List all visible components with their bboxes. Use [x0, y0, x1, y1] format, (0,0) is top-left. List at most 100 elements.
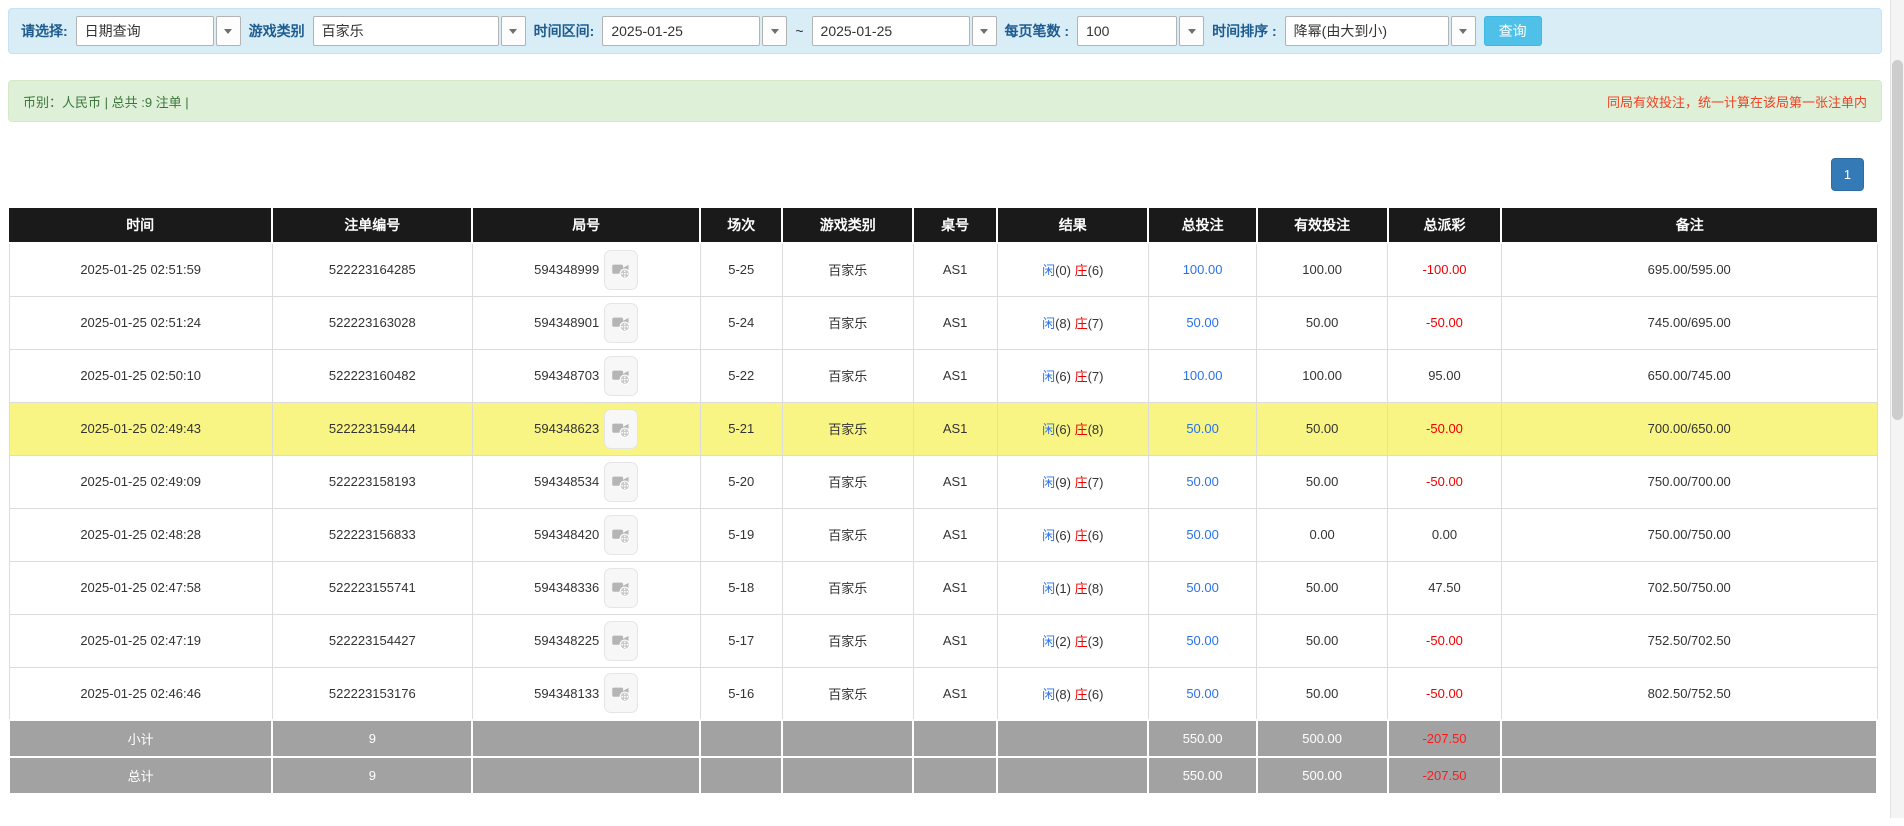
scrollbar-thumb[interactable]	[1892, 60, 1903, 420]
cell-time: 2025-01-25 02:49:43	[8, 401, 273, 456]
chevron-down-icon[interactable]	[1179, 16, 1205, 46]
video-replay-button[interactable]	[604, 620, 639, 661]
chevron-down-icon[interactable]	[762, 16, 788, 46]
result-banker-label: 庄	[1074, 316, 1088, 331]
video-replay-button[interactable]	[604, 567, 639, 608]
cell-valid-bet: 100.00	[1256, 348, 1389, 403]
pagination: 1	[8, 158, 1864, 191]
search-button[interactable]: 查询	[1483, 16, 1542, 46]
cell-total-bet: 50.00	[1147, 507, 1258, 562]
cell-round-id: 594348534	[471, 454, 701, 509]
game-type-select[interactable]: 百家乐	[312, 16, 526, 46]
subtotal-count: 9	[271, 719, 474, 758]
header-total-bet: 总投注	[1148, 208, 1258, 244]
cell-payout: -100.00	[1387, 242, 1502, 297]
sort-order-label: 时间排序 :	[1212, 23, 1277, 39]
table-row: 2025-01-25 02:49:09 522223158193 594348534…	[8, 454, 1878, 509]
video-icon	[612, 317, 631, 332]
query-type-select[interactable]: 日期查询	[75, 16, 241, 46]
cell-table-no: AS1	[912, 454, 998, 509]
result-player-label: 闲	[1042, 263, 1056, 279]
chevron-down-icon[interactable]	[971, 16, 997, 46]
page-1-button[interactable]: 1	[1831, 158, 1864, 191]
round-id-wrap: 594348336	[534, 567, 639, 608]
cell-total-bet: 100.00	[1147, 242, 1258, 297]
cell-result: 闲(8) 庄(6)	[996, 666, 1149, 721]
same-round-notice-text: 同局有效投注，统一计算在该局第一张注单内	[1606, 94, 1867, 110]
page-size-label: 每页笔数 :	[1004, 23, 1070, 39]
cell-bet-id: 522223154427	[271, 613, 473, 668]
table-header-row: 时间 注单编号 局号 场次 游戏类别 桌号 结果 总投注 有效投注 总派彩 备注	[9, 208, 1877, 244]
cell-round-id: 594348703	[471, 348, 701, 403]
chevron-down-icon[interactable]	[1450, 16, 1476, 46]
round-id-text: 594348999	[534, 262, 600, 278]
total-empty-cell	[781, 756, 915, 795]
subtotal-payout: -207.50	[1386, 719, 1503, 758]
video-replay-button[interactable]	[604, 408, 639, 449]
round-id-text: 594348703	[534, 368, 600, 383]
total-label: 总计	[7, 756, 274, 795]
sort-order-value: 降幂(由大到小)	[1284, 16, 1449, 46]
bet-records-table: 时间 注单编号 局号 场次 游戏类别 桌号 结果 总投注 有效投注 总派彩 备注…	[7, 208, 1878, 795]
range-separator: ~	[795, 23, 804, 39]
cell-result: 闲(6) 庄(8)	[996, 401, 1149, 456]
sort-order-select[interactable]: 降幂(由大到小)	[1284, 16, 1476, 46]
cell-time: 2025-01-25 02:47:19	[8, 613, 273, 668]
video-replay-button[interactable]	[604, 673, 639, 714]
cell-bet-id: 522223164285	[271, 242, 473, 297]
cell-valid-bet: 50.00	[1256, 560, 1389, 615]
round-id-wrap: 594348534	[534, 461, 639, 502]
cell-total-bet: 50.00	[1147, 613, 1258, 668]
cell-total-bet: 50.00	[1147, 401, 1258, 456]
cell-remark: 700.00/650.00	[1500, 401, 1878, 456]
cell-game-type: 百家乐	[781, 401, 914, 456]
video-replay-button[interactable]	[604, 302, 639, 343]
game-type-label: 游戏类别	[248, 23, 305, 39]
header-payout: 总派彩	[1387, 208, 1503, 244]
cell-table-no: AS1	[912, 666, 998, 721]
header-round-id: 局号	[472, 208, 702, 244]
video-replay-button[interactable]	[604, 355, 639, 396]
cell-remark: 752.50/702.50	[1500, 613, 1878, 668]
cell-result: 闲(9) 庄(7)	[996, 454, 1149, 509]
cell-round-id: 594348225	[471, 613, 701, 668]
cell-session: 5-19	[699, 507, 783, 562]
video-replay-button[interactable]	[604, 249, 639, 290]
result-banker-label: 庄	[1074, 263, 1088, 279]
cell-game-type: 百家乐	[781, 613, 914, 668]
video-icon	[612, 423, 631, 438]
result-player-label: 闲	[1042, 686, 1056, 702]
video-replay-button[interactable]	[604, 514, 639, 555]
header-valid-bet: 有效投注	[1256, 208, 1389, 244]
subtotal-total-bet: 550.00	[1147, 719, 1258, 758]
cell-round-id: 594348623	[471, 401, 701, 456]
vertical-scrollbar[interactable]	[1890, 0, 1904, 818]
date-to-select[interactable]: 2025-01-25	[811, 16, 997, 46]
chevron-down-icon[interactable]	[215, 16, 241, 46]
result-player-label: 闲	[1042, 581, 1056, 596]
round-id-wrap: 594348703	[534, 355, 639, 396]
cell-game-type: 百家乐	[781, 507, 914, 562]
header-session: 场次	[700, 208, 784, 244]
cell-table-no: AS1	[912, 560, 998, 615]
page-size-select[interactable]: 100	[1077, 16, 1205, 46]
cell-game-type: 百家乐	[781, 348, 914, 403]
cell-session: 5-16	[699, 666, 783, 721]
cell-bet-id: 522223159444	[271, 401, 473, 456]
chevron-down-icon[interactable]	[500, 16, 526, 46]
cell-game-type: 百家乐	[781, 242, 914, 297]
cell-payout: -50.00	[1387, 454, 1502, 509]
subtotal-valid-bet: 500.00	[1255, 719, 1389, 758]
cell-total-bet: 50.00	[1147, 666, 1258, 721]
cell-total-bet: 50.00	[1147, 295, 1258, 350]
cell-payout: 0.00	[1387, 507, 1502, 562]
table-row: 2025-01-25 02:47:58 522223155741 594348336…	[8, 560, 1878, 615]
cell-round-id: 594348420	[471, 507, 701, 562]
cell-session: 5-21	[699, 401, 783, 456]
table-row: 2025-01-25 02:51:59 522223164285 594348999…	[8, 242, 1878, 297]
round-id-wrap: 594348901	[534, 302, 639, 343]
summary-bar: 币别：人民币 | 总共 :9 注单 | 同局有效投注，统一计算在该局第一张注单内	[8, 80, 1882, 122]
video-replay-button[interactable]	[604, 461, 639, 502]
video-icon	[612, 476, 631, 491]
date-from-select[interactable]: 2025-01-25	[602, 16, 788, 46]
